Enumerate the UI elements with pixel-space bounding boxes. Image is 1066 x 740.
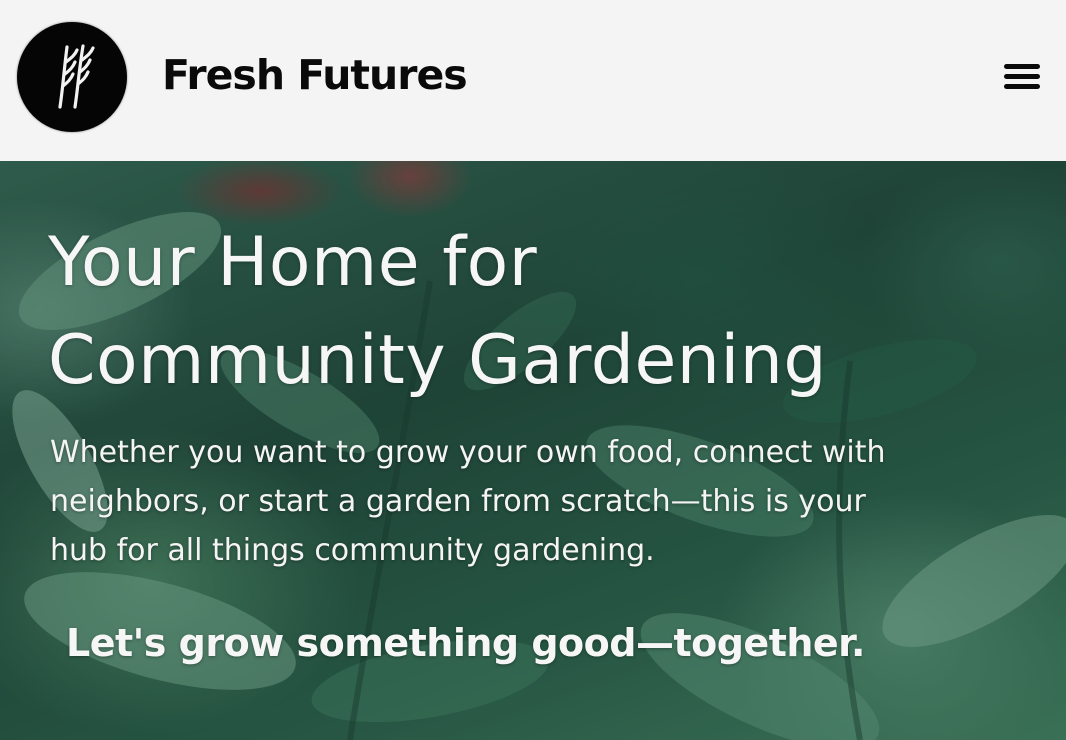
description-line: neighbors, or start a garden from scratc… <box>50 484 866 519</box>
description-line: hub for all things community gardening. <box>50 533 655 568</box>
logo[interactable] <box>17 22 127 132</box>
hero-description: Whether you want to grow your own food, … <box>50 428 1010 575</box>
hero-tagline: Let's grow something good—together. <box>66 621 865 665</box>
headline-line: Community Gardening <box>48 321 828 400</box>
menu-bar <box>1004 64 1040 69</box>
menu-bar <box>1004 74 1040 79</box>
wheat-sprig-logo-icon <box>58 44 95 109</box>
site-header: Fresh Futures <box>0 0 1066 161</box>
headline-line: Your Home for <box>48 223 538 302</box>
brand-name[interactable]: Fresh Futures <box>162 48 468 102</box>
description-line: Whether you want to grow your own food, … <box>50 435 886 470</box>
hamburger-menu-icon[interactable] <box>998 60 1046 96</box>
hero-headline: Your Home for Community Gardening <box>48 214 1048 410</box>
menu-bar <box>1004 84 1040 89</box>
